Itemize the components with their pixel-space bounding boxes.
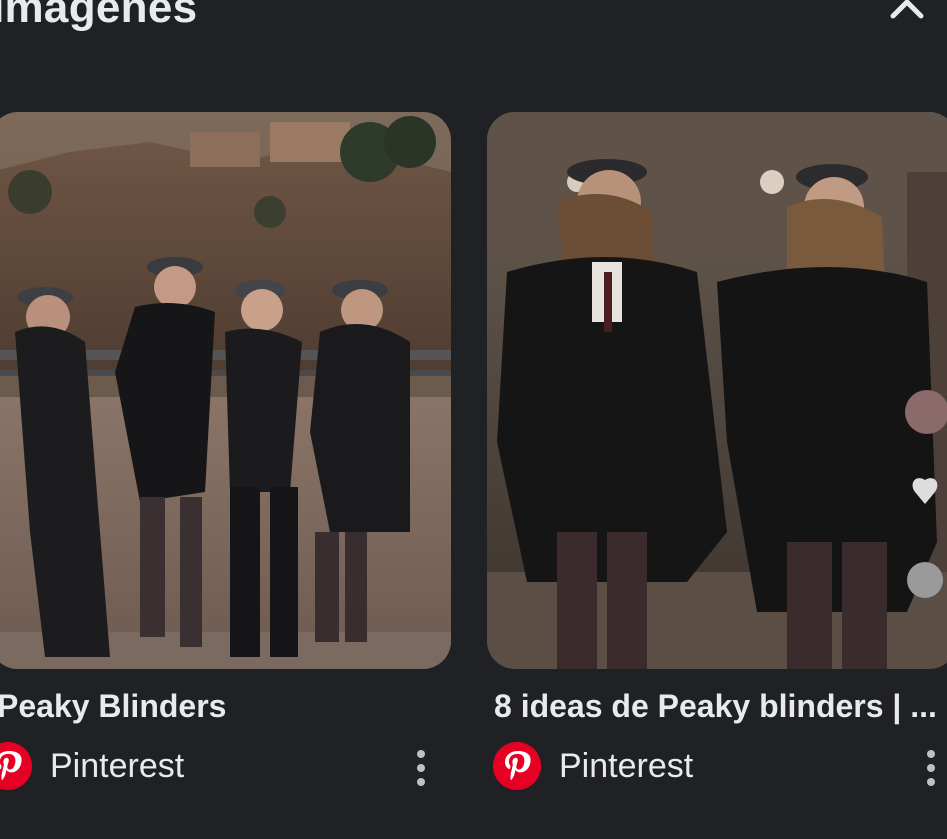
result-title[interactable]: Peaky Blinders	[0, 688, 437, 725]
result-thumbnail[interactable]	[487, 112, 947, 669]
result-source-row: Pinterest	[487, 742, 947, 790]
more-vert-icon	[927, 750, 935, 758]
section-title: Imágenes	[0, 0, 198, 32]
thumbnail-image	[0, 112, 451, 669]
more-options-button[interactable]	[407, 748, 435, 788]
image-result-card[interactable]: Peaky Blinders Pinterest	[0, 112, 451, 790]
result-source-name[interactable]: Pinterest	[50, 747, 184, 786]
image-result-card[interactable]: 8 ideas de Peaky blinders | ... Pinteres…	[487, 112, 947, 790]
result-title[interactable]: 8 ideas de Peaky blinders | ...	[494, 688, 946, 725]
result-source-name[interactable]: Pinterest	[559, 747, 693, 786]
result-source-row: Pinterest	[0, 742, 451, 790]
chevron-up-icon	[890, 0, 924, 19]
more-vert-icon	[417, 750, 425, 758]
result-thumbnail[interactable]	[0, 112, 451, 669]
image-results-section: Imágenes Peaky Blinders Pinterest 8 idea…	[0, 0, 947, 839]
pinterest-logo-icon	[0, 742, 32, 790]
collapse-section-button[interactable]	[884, 0, 930, 26]
thumbnail-image	[487, 112, 947, 669]
more-options-button[interactable]	[917, 748, 945, 788]
pinterest-logo-icon	[493, 742, 541, 790]
